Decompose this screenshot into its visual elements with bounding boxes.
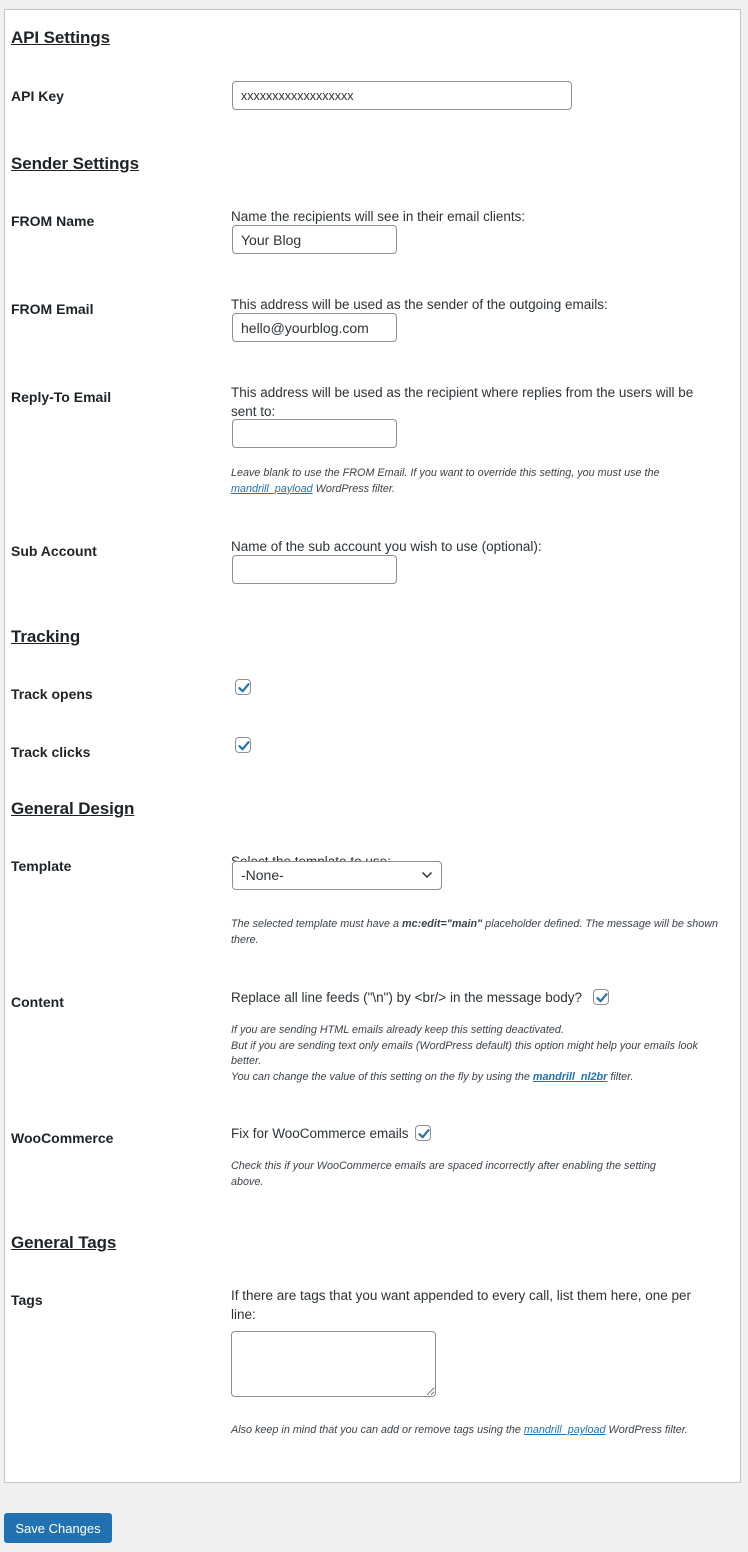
checkmark-icon bbox=[238, 683, 250, 693]
content-desc-text: Replace all line feeds ("\n") by <br/> i… bbox=[231, 990, 583, 1005]
section-tracking: Tracking bbox=[11, 627, 81, 646]
note-line: You can change the value of this setting… bbox=[231, 1070, 726, 1086]
chevron-down-icon bbox=[421, 871, 433, 879]
from-email-label: FROM Email bbox=[11, 301, 94, 317]
woocommerce-label: WooCommerce bbox=[11, 1130, 114, 1146]
note-text: You can change the value of this setting… bbox=[231, 1070, 533, 1083]
woocommerce-fix-checkbox[interactable] bbox=[415, 1125, 431, 1141]
woocommerce-description: Fix for WooCommerce emails bbox=[231, 1126, 409, 1141]
tags-note: Also keep in mind that you can add or re… bbox=[231, 1423, 711, 1439]
note-text: filter. bbox=[607, 1070, 634, 1083]
from-name-description: Name the recipients will see in their em… bbox=[231, 209, 526, 224]
track-clicks-label: Track clicks bbox=[11, 744, 91, 760]
note-line: If you are sending HTML emails already k… bbox=[231, 1024, 564, 1036]
reply-to-note: Leave blank to use the FROM Email. If yo… bbox=[231, 466, 711, 497]
content-description: Replace all line feeds ("\n") by <br/> i… bbox=[231, 988, 582, 1007]
section-api-settings: API Settings bbox=[11, 28, 110, 47]
api-key-input[interactable] bbox=[232, 81, 572, 110]
checkmark-icon bbox=[238, 741, 250, 751]
section-general-design: General Design bbox=[11, 799, 135, 818]
template-label: Template bbox=[11, 858, 72, 874]
content-label: Content bbox=[11, 994, 64, 1010]
sub-account-description: Name of the sub account you wish to use … bbox=[231, 539, 542, 554]
sub-account-label: Sub Account bbox=[11, 543, 97, 559]
track-opens-label: Track opens bbox=[11, 686, 93, 702]
section-general-tags: General Tags bbox=[11, 1233, 117, 1252]
note-text: WordPress filter. bbox=[312, 482, 396, 495]
note-text: The selected template must have a bbox=[231, 918, 403, 930]
from-name-input[interactable] bbox=[232, 225, 397, 254]
tags-textarea[interactable] bbox=[231, 1331, 436, 1397]
mandrill-payload-link[interactable]: mandrill_payload bbox=[231, 483, 313, 495]
reply-to-label: Reply-To Email bbox=[11, 389, 112, 405]
tags-label: Tags bbox=[11, 1292, 43, 1308]
note-text: WordPress filter. bbox=[605, 1424, 688, 1436]
from-name-label: FROM Name bbox=[11, 213, 95, 229]
note-line: But if you are sending text only emails … bbox=[231, 1039, 698, 1068]
reply-to-description: This address will be used as the recipie… bbox=[231, 385, 694, 419]
save-changes-button[interactable]: Save Changes bbox=[4, 1513, 112, 1543]
note-text: Also keep in mind that you can add or re… bbox=[231, 1424, 524, 1436]
api-key-label: API Key bbox=[11, 88, 64, 104]
from-email-description: This address will be used as the sender … bbox=[231, 297, 608, 312]
track-clicks-checkbox[interactable] bbox=[235, 737, 251, 753]
checkmark-icon bbox=[418, 1129, 430, 1139]
content-note: If you are sending HTML emails already k… bbox=[231, 1023, 726, 1085]
woocommerce-note: Check this if your WooCommerce emails ar… bbox=[231, 1160, 656, 1188]
mc-edit-code: mc:edit="main" bbox=[402, 918, 483, 930]
template-selected-value: -None- bbox=[241, 867, 284, 883]
tags-description: If there are tags that you want appended… bbox=[231, 1288, 692, 1322]
content-nl2br-checkbox[interactable] bbox=[593, 989, 609, 1005]
sub-account-input[interactable] bbox=[232, 555, 397, 584]
mandrill-payload-link[interactable]: mandrill_payload bbox=[524, 1424, 606, 1436]
checkmark-icon bbox=[596, 993, 608, 1003]
section-sender-settings: Sender Settings bbox=[11, 154, 139, 173]
mandrill-nl2br-link[interactable]: mandrill_nl2br bbox=[533, 1071, 607, 1083]
from-email-input[interactable] bbox=[232, 313, 397, 342]
template-note: The selected template must have a mc:edi… bbox=[231, 917, 726, 948]
track-opens-checkbox[interactable] bbox=[235, 679, 251, 695]
note-text: Leave blank to use the FROM Email. If yo… bbox=[231, 467, 660, 479]
reply-to-input[interactable] bbox=[232, 419, 397, 448]
template-select[interactable]: -None- bbox=[232, 861, 442, 890]
